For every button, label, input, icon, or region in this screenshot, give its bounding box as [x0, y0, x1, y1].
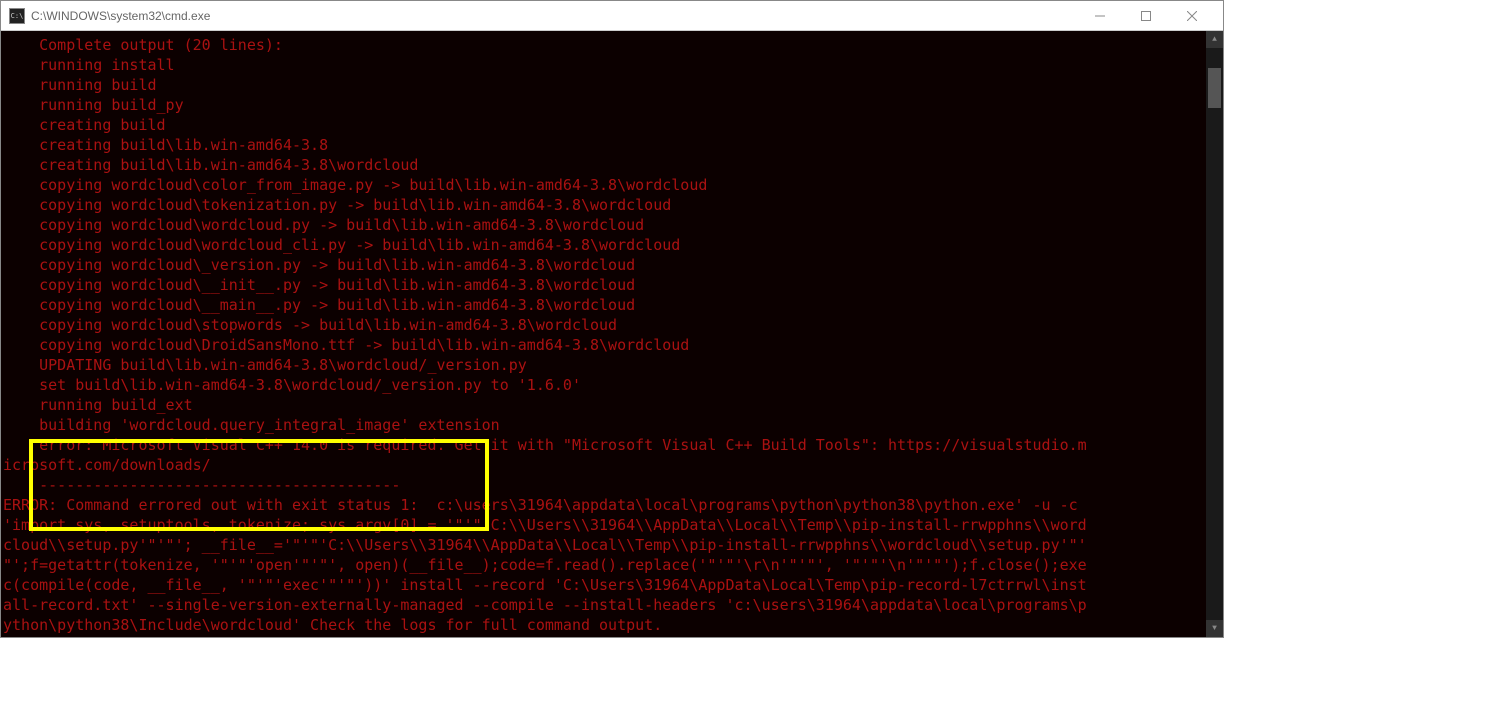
terminal-line: UPDATING build\lib.win-amd64-3.8\wordclo… [3, 355, 1202, 375]
terminal-line: "';f=getattr(tokenize, '"'"'open'"'"', o… [3, 555, 1202, 575]
terminal-line: creating build\lib.win-amd64-3.8\wordclo… [3, 155, 1202, 175]
terminal-line: Complete output (20 lines): [3, 35, 1202, 55]
terminal-line: copying wordcloud\__main__.py -> build\l… [3, 295, 1202, 315]
terminal-line: cloud\\setup.py'"'"'; __file__='"'"'C:\\… [3, 535, 1202, 555]
terminal-line: running build [3, 75, 1202, 95]
terminal-line: copying wordcloud\_version.py -> build\l… [3, 255, 1202, 275]
terminal-line: ERROR: Command errored out with exit sta… [3, 495, 1202, 515]
terminal-line: creating build [3, 115, 1202, 135]
terminal-line: copying wordcloud\tokenization.py -> bui… [3, 195, 1202, 215]
window-title: C:\WINDOWS\system32\cmd.exe [31, 9, 1077, 23]
terminal-line: 'import sys, setuptools, tokenize; sys.a… [3, 515, 1202, 535]
vertical-scrollbar[interactable]: ▲ ▼ [1206, 31, 1223, 637]
terminal-output[interactable]: Complete output (20 lines): running inst… [1, 31, 1206, 637]
cmd-window: C:\ C:\WINDOWS\system32\cmd.exe Complete… [0, 0, 1224, 638]
terminal-area: Complete output (20 lines): running inst… [1, 31, 1223, 637]
titlebar[interactable]: C:\ C:\WINDOWS\system32\cmd.exe [1, 1, 1223, 31]
terminal-line: copying wordcloud\__init__.py -> build\l… [3, 275, 1202, 295]
terminal-line: icrosoft.com/downloads/ [3, 455, 1202, 475]
terminal-line: set build\lib.win-amd64-3.8\wordcloud/_v… [3, 375, 1202, 395]
terminal-line: all-record.txt' --single-version-externa… [3, 595, 1202, 615]
terminal-line: creating build\lib.win-amd64-3.8 [3, 135, 1202, 155]
terminal-line: copying wordcloud\DroidSansMono.ttf -> b… [3, 335, 1202, 355]
terminal-line: building 'wordcloud.query_integral_image… [3, 415, 1202, 435]
close-button[interactable] [1169, 1, 1215, 31]
terminal-line: running build_ext [3, 395, 1202, 415]
maximize-button[interactable] [1123, 1, 1169, 31]
terminal-line: copying wordcloud\wordcloud_cli.py -> bu… [3, 235, 1202, 255]
cmd-icon: C:\ [9, 8, 25, 24]
scroll-track[interactable] [1206, 48, 1223, 620]
scroll-up-button[interactable]: ▲ [1206, 31, 1223, 48]
scroll-thumb[interactable] [1208, 68, 1221, 108]
terminal-line: ython\python38\Include\wordcloud' Check … [3, 615, 1202, 635]
terminal-line: copying wordcloud\stopwords -> build\lib… [3, 315, 1202, 335]
terminal-line: error: Microsoft Visual C++ 14.0 is requ… [3, 435, 1202, 455]
terminal-line: copying wordcloud\wordcloud.py -> build\… [3, 215, 1202, 235]
scroll-down-button[interactable]: ▼ [1206, 620, 1223, 637]
terminal-line: c(compile(code, __file__, '"'"'exec'"'"'… [3, 575, 1202, 595]
terminal-line: ---------------------------------------- [3, 475, 1202, 495]
terminal-line: copying wordcloud\color_from_image.py ->… [3, 175, 1202, 195]
minimize-button[interactable] [1077, 1, 1123, 31]
terminal-line: running install [3, 55, 1202, 75]
terminal-line: running build_py [3, 95, 1202, 115]
